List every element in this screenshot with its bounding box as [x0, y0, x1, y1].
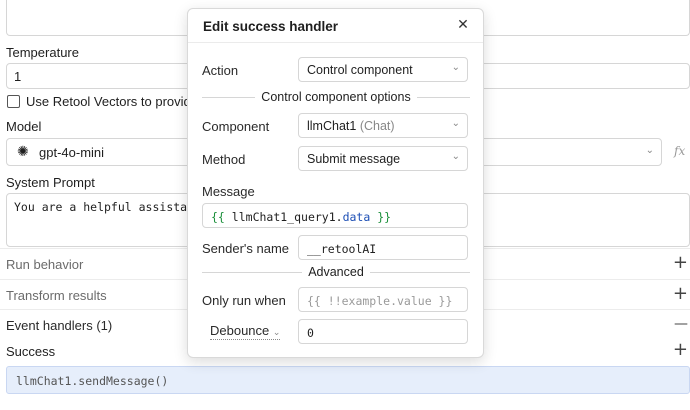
control-options-separator: Control component options	[202, 90, 470, 104]
section-label: Transform results	[6, 288, 107, 303]
method-label: Method	[202, 152, 246, 167]
sender-value: __retoolAI	[307, 242, 377, 256]
success-handler-code: llmChat1.sendMessage()	[16, 374, 169, 388]
message-property: data	[342, 210, 371, 224]
section-label: Run behavior	[6, 257, 84, 272]
template-open: {{	[211, 210, 225, 224]
action-value: Control component	[307, 63, 413, 77]
chevron-down-icon: ⌄	[645, 145, 654, 156]
add-success-handler-icon[interactable]: +	[673, 339, 688, 360]
sender-input[interactable]: __retoolAI	[298, 235, 468, 260]
system-prompt-value: You are a helpful assistant	[14, 200, 201, 214]
message-object: llmChat1_query1.	[231, 210, 343, 224]
component-value: llmChat1	[307, 119, 357, 133]
temperature-label: Temperature	[6, 45, 79, 60]
temperature-value: 1	[14, 69, 22, 84]
chevron-down-icon: ⌄	[451, 118, 460, 129]
action-label: Action	[202, 63, 239, 78]
method-select[interactable]: Submit message ⌄	[298, 146, 468, 171]
vectors-label: Use Retool Vectors to provide	[26, 94, 198, 109]
debounce-input[interactable]: 0	[298, 319, 468, 344]
method-value: Submit message	[307, 152, 401, 166]
system-prompt-label: System Prompt	[6, 175, 95, 190]
success-handler-item[interactable]: llmChat1.sendMessage()	[6, 366, 690, 394]
plus-icon[interactable]: +	[673, 252, 688, 273]
advanced-title: Advanced	[302, 265, 370, 279]
only-run-label: Only run when	[202, 293, 286, 308]
message-input[interactable]: {{ llmChat1_query1.data }}	[202, 203, 468, 228]
modal-title: Edit success handler	[203, 19, 339, 34]
model-label: Model	[6, 119, 42, 134]
chevron-down-icon: ⌄	[272, 328, 281, 338]
chevron-down-icon: ⌄	[451, 62, 460, 73]
section-title: Control component options	[255, 90, 417, 104]
fx-icon[interactable]: fx	[674, 144, 685, 158]
debounce-label[interactable]: Debounce ⌄	[210, 323, 281, 340]
vectors-checkbox[interactable]	[7, 95, 20, 108]
only-run-placeholder: {{ !!example.value }}	[307, 294, 453, 308]
template-close: }}	[377, 210, 392, 224]
success-label: Success	[6, 344, 56, 359]
close-icon[interactable]: ✕	[455, 17, 471, 33]
debounce-value: 0	[307, 326, 314, 340]
chevron-down-icon: ⌄	[451, 151, 460, 162]
section-label: Event handlers (1)	[6, 318, 113, 333]
plus-icon[interactable]: +	[673, 283, 688, 304]
component-label: Component	[202, 119, 270, 134]
edit-success-handler-modal: Edit success handler ✕ Action Control co…	[187, 8, 484, 358]
minus-icon[interactable]: —	[674, 316, 688, 332]
modal-divider	[188, 42, 483, 43]
sender-label: Sender's name	[202, 241, 290, 256]
only-run-input[interactable]: {{ !!example.value }}	[298, 287, 468, 312]
message-label: Message	[202, 184, 255, 199]
component-type: (Chat)	[359, 119, 395, 133]
model-value: gpt-4o-mini	[39, 145, 105, 160]
advanced-separator: Advanced	[202, 265, 470, 279]
action-select[interactable]: Control component ⌄	[298, 57, 468, 82]
openai-icon: ✺	[17, 144, 29, 160]
component-select[interactable]: llmChat1 (Chat) ⌄	[298, 113, 468, 138]
